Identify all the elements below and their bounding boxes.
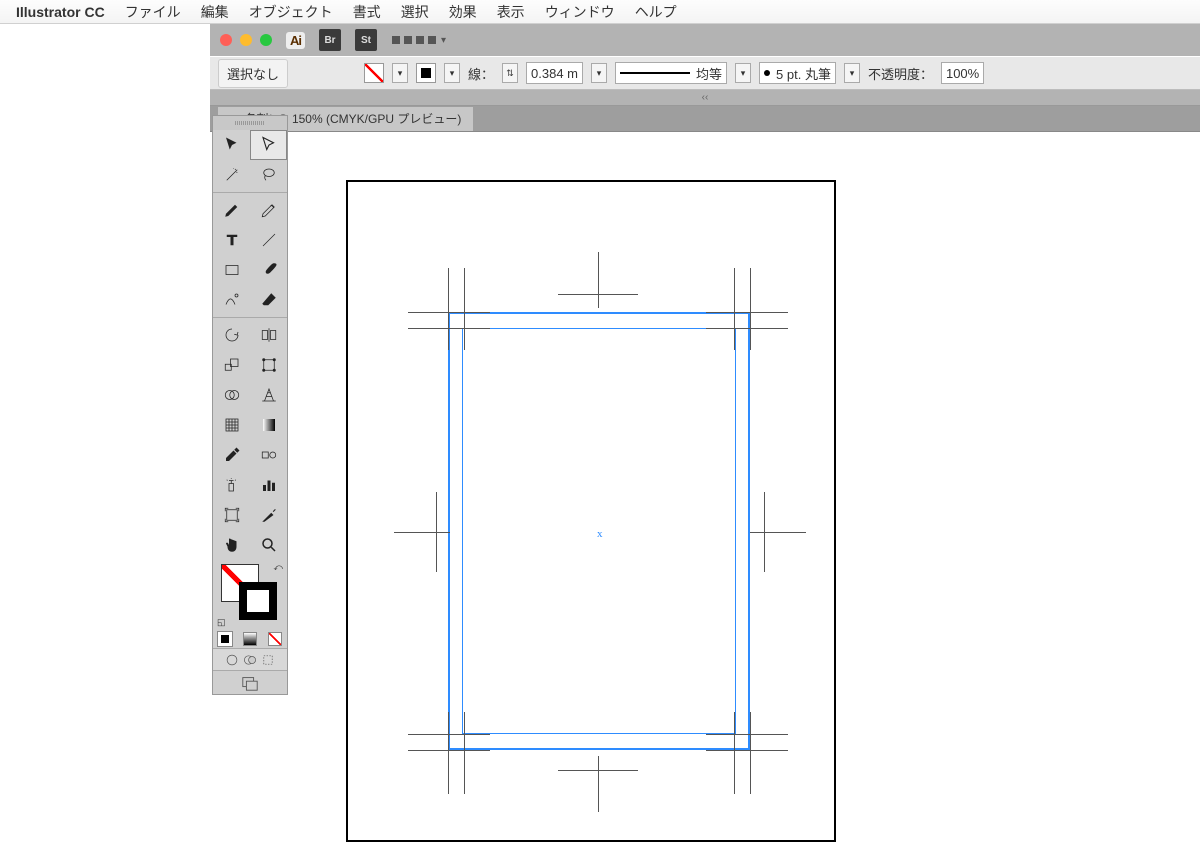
paintbrush-tool[interactable] (250, 255, 287, 285)
panel-collapse-button[interactable]: ‹‹ (210, 90, 1200, 106)
stock-icon[interactable]: St (355, 29, 377, 51)
draw-inside-icon[interactable] (261, 653, 275, 667)
mesh-tool[interactable] (213, 410, 250, 440)
stroke-weight-field[interactable]: 0.384 m (526, 62, 583, 84)
direct-selection-tool[interactable] (250, 130, 287, 160)
draw-mode-row (213, 648, 287, 670)
artboard[interactable]: x (346, 180, 836, 842)
stroke-profile-dropdown[interactable]: ▾ (735, 63, 751, 83)
selection-tool[interactable] (213, 130, 250, 160)
canvas[interactable]: x (288, 138, 1200, 845)
reflect-tool[interactable] (250, 320, 287, 350)
menu-view[interactable]: 表示 (489, 2, 533, 22)
tools-panel: ⤺ ◱ (212, 115, 288, 695)
color-mode-row (213, 630, 287, 648)
rotate-tool[interactable] (213, 320, 250, 350)
brush-label: 5 pt. 丸筆 (776, 64, 831, 83)
blend-tool[interactable] (250, 440, 287, 470)
curvature-tool[interactable] (250, 195, 287, 225)
macos-menubar: Illustrator CC ファイル 編集 オブジェクト 書式 選択 効果 表… (0, 0, 1200, 24)
chevron-down-icon: ▾ (441, 35, 446, 46)
pen-tool[interactable] (213, 195, 250, 225)
draw-normal-icon[interactable] (225, 653, 239, 667)
control-bar: 選択なし ▾ ▾ 線： ⇅ 0.384 m ▾ 均等 ▾ 5 pt. 丸筆 ▾ … (210, 56, 1200, 90)
rectangle-tool[interactable] (213, 255, 250, 285)
stroke-swatch[interactable] (416, 63, 436, 83)
fill-stroke-section: ⤺ ◱ (213, 560, 287, 630)
perspective-grid-tool[interactable] (250, 380, 287, 410)
scale-tool[interactable] (213, 350, 250, 380)
draw-behind-icon[interactable] (243, 653, 257, 667)
default-fill-stroke-icon[interactable]: ◱ (217, 617, 226, 628)
artboard-tool[interactable] (213, 500, 250, 530)
shaper-tool[interactable] (213, 285, 250, 315)
brush-field[interactable]: 5 pt. 丸筆 (759, 62, 836, 84)
stroke-weight-stepper[interactable]: ⇅ (502, 63, 518, 83)
selection-indicator[interactable]: 選択なし (218, 59, 288, 88)
stroke-weight-dropdown[interactable]: ▾ (591, 63, 607, 83)
close-window-button[interactable] (220, 34, 232, 46)
eyedropper-tool[interactable] (213, 440, 250, 470)
magic-wand-tool[interactable] (213, 160, 250, 190)
selection-center-mark: x (597, 528, 603, 540)
illustrator-logo-icon: Ai (286, 32, 305, 49)
column-graph-tool[interactable] (250, 470, 287, 500)
slice-tool[interactable] (250, 500, 287, 530)
app-name[interactable]: Illustrator CC (16, 4, 105, 20)
stroke-profile-field[interactable]: 均等 (615, 62, 727, 84)
bridge-icon[interactable]: Br (319, 29, 341, 51)
brush-dot-icon (764, 70, 770, 76)
uniform-label: 均等 (696, 64, 722, 83)
opacity-label: 不透明度： (868, 64, 933, 83)
screen-mode-icon[interactable] (241, 674, 259, 692)
brush-dropdown[interactable]: ▾ (844, 63, 860, 83)
menu-file[interactable]: ファイル (117, 2, 189, 22)
menu-object[interactable]: オブジェクト (241, 2, 341, 22)
menu-edit[interactable]: 編集 (193, 2, 237, 22)
fill-dropdown[interactable]: ▾ (392, 63, 408, 83)
line-sample-icon (620, 72, 690, 74)
workspace-switcher[interactable]: ▾ (391, 35, 446, 46)
zoom-window-button[interactable] (260, 34, 272, 46)
menu-effect[interactable]: 効果 (441, 2, 485, 22)
screen-mode-section (213, 670, 287, 694)
hand-tool[interactable] (213, 530, 250, 560)
panel-grip[interactable] (213, 116, 287, 130)
fill-swatch[interactable] (364, 63, 384, 83)
zoom-tool[interactable] (250, 530, 287, 560)
menu-type[interactable]: 書式 (345, 2, 389, 22)
color-mode-solid[interactable] (213, 630, 238, 648)
menu-select[interactable]: 選択 (393, 2, 437, 22)
arrange-documents-icon (391, 35, 437, 45)
type-tool[interactable] (213, 225, 250, 255)
menu-window[interactable]: ウィンドウ (537, 2, 623, 22)
swap-fill-stroke-icon[interactable]: ⤺ (273, 562, 283, 573)
symbol-sprayer-tool[interactable] (213, 470, 250, 500)
lasso-tool[interactable] (250, 160, 287, 190)
reg-mark-bottom (558, 742, 638, 812)
opacity-field[interactable]: 100% (941, 62, 984, 84)
line-segment-tool[interactable] (250, 225, 287, 255)
minimize-window-button[interactable] (240, 34, 252, 46)
menu-help[interactable]: ヘルプ (627, 2, 685, 22)
traffic-lights (220, 34, 272, 46)
stroke-dropdown[interactable]: ▾ (444, 63, 460, 83)
color-mode-none[interactable] (262, 630, 287, 648)
gradient-tool[interactable] (250, 410, 287, 440)
free-transform-tool[interactable] (250, 350, 287, 380)
stroke-label: 線： (468, 64, 494, 83)
document-tab-bar: × 名刺* @ 150% (CMYK/GPU プレビュー) (210, 106, 1200, 132)
stroke-color-swatch[interactable] (239, 582, 277, 620)
eraser-tool[interactable] (250, 285, 287, 315)
shape-builder-tool[interactable] (213, 380, 250, 410)
color-mode-gradient[interactable] (238, 630, 263, 648)
window-titlebar: Ai Br St ▾ (210, 24, 1200, 56)
